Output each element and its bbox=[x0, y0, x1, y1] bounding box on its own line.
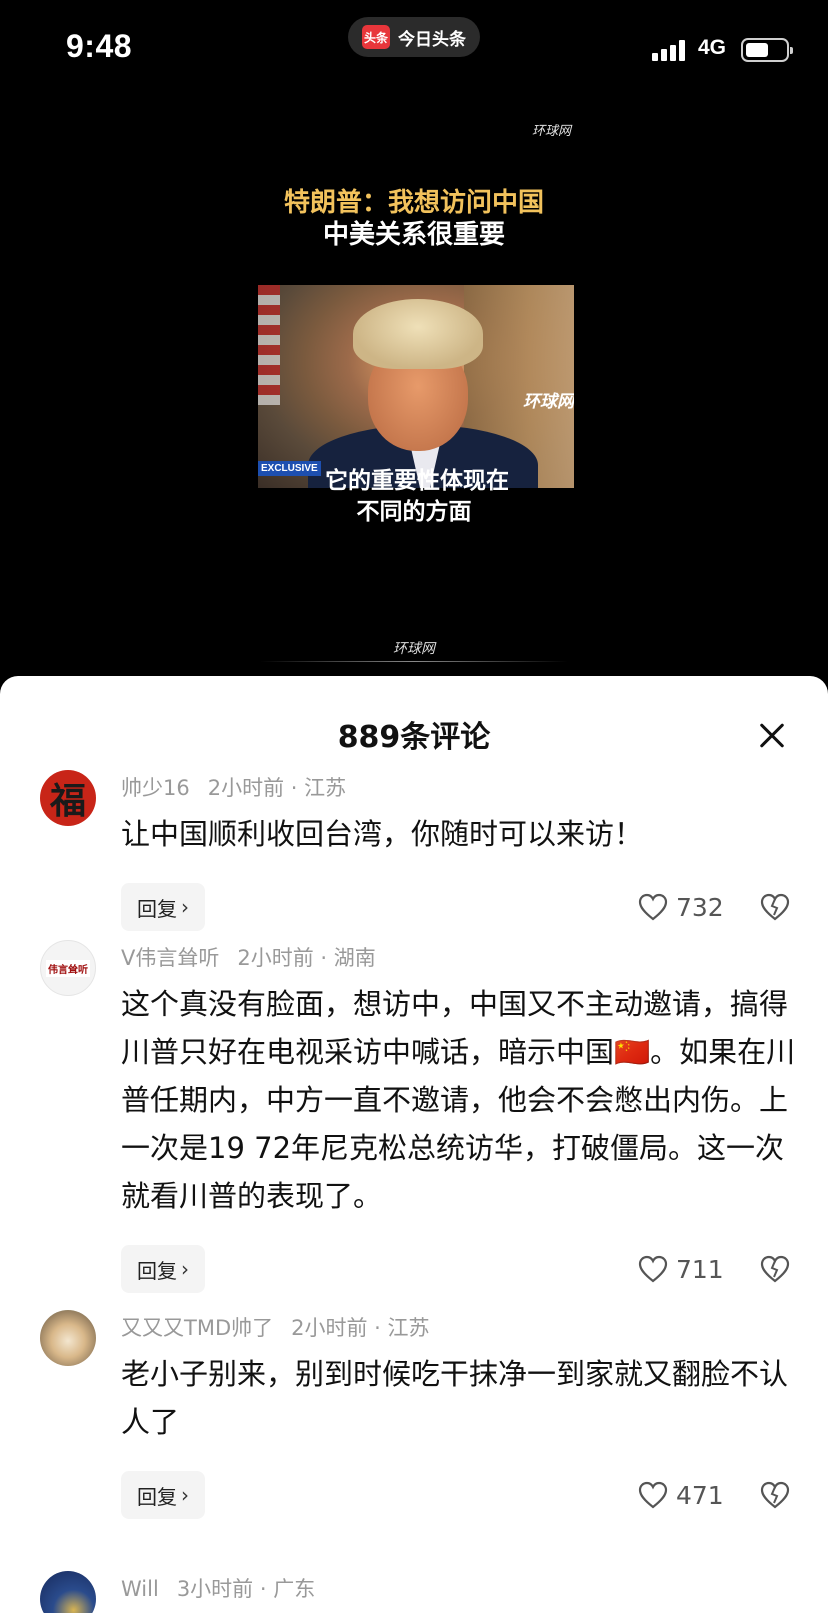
close-icon[interactable] bbox=[752, 716, 792, 756]
like-button[interactable]: 732 bbox=[638, 883, 724, 931]
avatar[interactable] bbox=[40, 1571, 96, 1613]
reply-button[interactable]: 回复 › bbox=[121, 1245, 205, 1293]
heart-icon bbox=[638, 893, 668, 921]
avatar[interactable] bbox=[40, 1310, 96, 1366]
heart-icon bbox=[638, 1255, 668, 1283]
video-subtitle-line1: 它的重要性体现在 bbox=[325, 468, 509, 494]
comment-meta: 又又又TMD帅了 2小时前 · 江苏 bbox=[121, 1316, 430, 1340]
chevron-right-icon: › bbox=[181, 1483, 189, 1507]
dislike-button[interactable] bbox=[760, 1245, 790, 1293]
like-count: 732 bbox=[676, 892, 724, 922]
comment-username[interactable]: 又又又TMD帅了 bbox=[121, 1316, 273, 1340]
video-player[interactable]: 环球网 特朗普：我想访问中国 中美关系很重要 环球网 EXCLUSIVE 它的重… bbox=[0, 100, 828, 680]
comment-username[interactable]: Will bbox=[121, 1577, 159, 1601]
heart-icon bbox=[638, 1481, 668, 1509]
video-subtitle-line2: 不同的方面 bbox=[356, 499, 472, 525]
toutiao-logo-icon: 头条 bbox=[362, 25, 390, 49]
network-type: 4G bbox=[698, 36, 727, 59]
chevron-right-icon: › bbox=[181, 1257, 189, 1281]
comment-username[interactable]: V伟言耸听 bbox=[121, 946, 219, 970]
comment-username[interactable]: 帅少16 bbox=[121, 776, 190, 800]
chevron-right-icon: › bbox=[181, 895, 189, 919]
comment-time: 2小时前 bbox=[291, 1316, 368, 1340]
comment-time: 3小时前 bbox=[176, 1577, 254, 1601]
divider bbox=[260, 661, 568, 662]
comment-location: 广东 bbox=[273, 1577, 316, 1601]
like-count: 471 bbox=[676, 1480, 724, 1510]
status-time: 9:48 bbox=[66, 28, 133, 64]
like-button[interactable]: 711 bbox=[638, 1245, 724, 1293]
watermark-bottom: 环球网 bbox=[393, 641, 435, 657]
reply-button[interactable]: 回复 › bbox=[121, 883, 205, 931]
video-frame-image: 环球网 bbox=[258, 285, 574, 488]
like-count: 711 bbox=[676, 1254, 724, 1284]
like-button[interactable]: 471 bbox=[638, 1471, 724, 1519]
broken-heart-icon bbox=[760, 1255, 790, 1283]
reply-button[interactable]: 回复 › bbox=[121, 1471, 205, 1519]
comment-meta: V伟言耸听 2小时前 · 湖南 bbox=[121, 946, 376, 970]
frame-watermark: 环球网 bbox=[523, 392, 574, 412]
dislike-button[interactable] bbox=[760, 883, 790, 931]
comment-time: 2小时前 bbox=[207, 776, 285, 800]
watermark-top: 环球网 bbox=[532, 124, 572, 139]
status-bar: 9:48 头条 今日头条 4G bbox=[0, 0, 828, 100]
comment-meta: Will 3小时前 · 广东 bbox=[121, 1577, 316, 1601]
comment-location: 江苏 bbox=[387, 1316, 430, 1340]
app-indicator-pill[interactable]: 头条 今日头条 bbox=[348, 17, 480, 57]
comments-count-title: 889条评论 bbox=[337, 720, 491, 755]
comment-text: 老小子别来，别到时候吃干抹净一到家就又翻脸不认人了 bbox=[121, 1357, 789, 1439]
avatar[interactable]: 福 bbox=[40, 770, 96, 826]
battery-icon bbox=[741, 38, 793, 62]
cellular-signal-icon bbox=[652, 39, 685, 61]
comment-location: 湖南 bbox=[333, 946, 376, 970]
dislike-button[interactable] bbox=[760, 1471, 790, 1519]
broken-heart-icon bbox=[760, 1481, 790, 1509]
comment-meta: 帅少16 2小时前 · 江苏 bbox=[121, 776, 347, 800]
comment-text: 这个真没有脸面，想访中，中国又不主动邀请，搞得川普只好在电视采访中喊话，暗示中国… bbox=[121, 987, 796, 1213]
app-name: 今日头条 bbox=[398, 29, 466, 50]
comment-text: 让中国顺利收回台湾，你随时可以来访！ bbox=[121, 817, 644, 851]
video-headline-line2: 中美关系很重要 bbox=[322, 220, 505, 250]
broken-heart-icon bbox=[760, 893, 790, 921]
comment-time: 2小时前 bbox=[237, 946, 314, 970]
avatar[interactable]: 伟言耸听 bbox=[40, 940, 96, 996]
comments-sheet: 889条评论 福 帅少16 2小时前 · 江苏 让中国顺利收回台湾，你随时可以来访… bbox=[0, 676, 828, 1613]
comment-location: 江苏 bbox=[304, 776, 347, 800]
